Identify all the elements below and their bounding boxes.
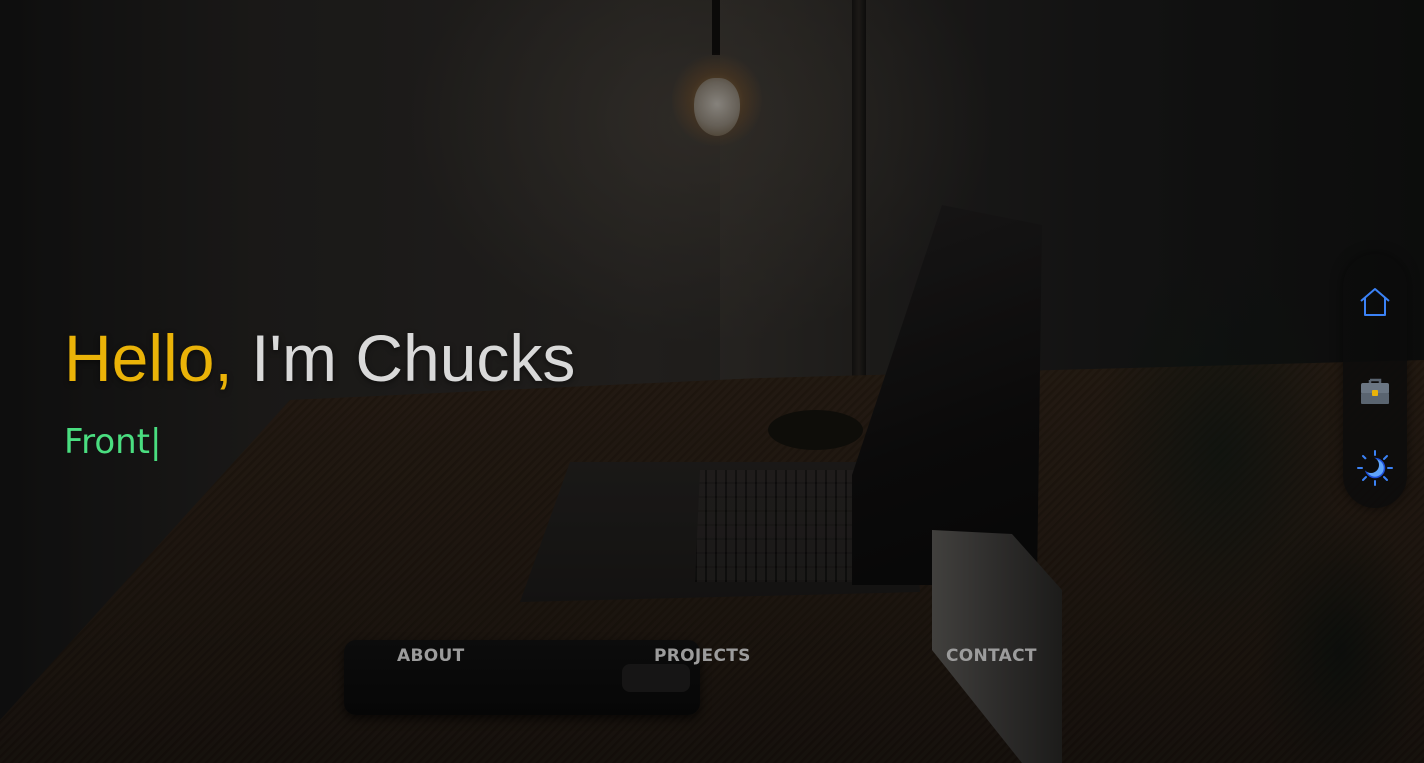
nav-link-projects[interactable]: PROJECTS: [654, 646, 751, 666]
theme-toggle-icon: [1357, 450, 1393, 486]
page: Hello, I'm Chucks Front| ABOUT PROJECTS …: [0, 0, 1424, 763]
typing-caret: |: [150, 422, 162, 462]
briefcase-icon: [1361, 378, 1389, 404]
dock-home-button[interactable]: [1355, 282, 1395, 322]
home-icon: [1360, 288, 1390, 316]
hero-greeting: Hello,: [64, 321, 233, 395]
dock-theme-toggle-button[interactable]: [1355, 448, 1395, 488]
nav-link-about[interactable]: ABOUT: [397, 646, 464, 666]
hero-title: Hello, I'm Chucks: [64, 318, 575, 398]
hero-name: I'm Chucks: [232, 321, 576, 395]
nav-link-contact[interactable]: CONTACT: [946, 646, 1037, 666]
side-dock: [1343, 254, 1407, 508]
typed-role-value: Front: [64, 422, 150, 462]
dock-projects-button[interactable]: [1355, 370, 1395, 410]
typed-role-text: Front|: [64, 420, 161, 464]
